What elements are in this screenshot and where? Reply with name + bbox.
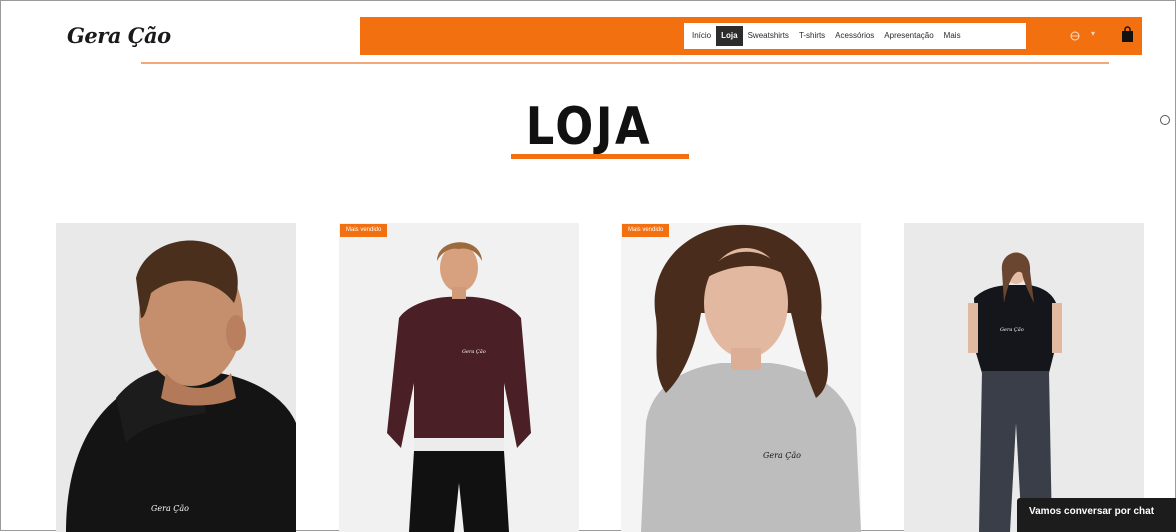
page-title: LOJA <box>525 97 653 157</box>
main-navigation: Início Loja Sweatshirts T-shirts Acessór… <box>684 23 1026 49</box>
side-settings-icon[interactable] <box>1160 115 1170 125</box>
product-card-4[interactable]: Gera Ção <box>904 223 1144 532</box>
svg-text:Gera Ção: Gera Ção <box>763 451 801 460</box>
product-card-1[interactable]: Gera Ção <box>56 223 296 532</box>
product-image-grey-tshirt[interactable]: Gera Ção <box>621 223 861 532</box>
product-image-black-tshirt[interactable]: Gera Ção <box>904 223 1144 532</box>
nav-item-tshirts[interactable]: T-shirts <box>794 26 830 46</box>
header-divider <box>141 62 1109 64</box>
nav-item-loja[interactable]: Loja <box>716 26 743 46</box>
shopping-bag-icon[interactable] <box>1121 26 1134 43</box>
nav-item-apresentacao[interactable]: Apresentação <box>879 26 938 46</box>
header-bar: Início Loja Sweatshirts T-shirts Acessór… <box>360 17 1142 55</box>
svg-text:Gera Ção: Gera Ção <box>462 348 486 355</box>
svg-text:Gera Ção: Gera Ção <box>1000 326 1024 333</box>
nav-item-inicio[interactable]: Início <box>687 26 716 46</box>
svg-text:Gera Ção: Gera Ção <box>151 504 189 513</box>
nav-item-sweatshirts[interactable]: Sweatshirts <box>743 26 794 46</box>
page-frame: Gera Ção Início Loja Sweatshirts T-shirt… <box>0 0 1176 532</box>
nav-item-acessorios[interactable]: Acessórios <box>830 26 879 46</box>
badge-best-seller: Mais vendido <box>622 224 670 237</box>
product-card-3[interactable]: Gera Ção <box>621 223 861 532</box>
nav-item-mais[interactable]: Mais <box>939 26 966 46</box>
product-image-burgundy-sweatshirt[interactable]: Gera Ção <box>339 223 579 532</box>
product-image-black-hoodie[interactable]: Gera Ção <box>56 223 296 532</box>
chat-button[interactable]: Vamos conversar por chat <box>1017 498 1176 532</box>
product-card-2[interactable]: Gera Ção <box>339 223 579 532</box>
badge-best-seller: Mais vendido <box>340 224 388 237</box>
brand-logo[interactable]: Gera Ção <box>67 23 171 48</box>
globe-icon[interactable] <box>1070 31 1080 41</box>
chevron-down-icon[interactable]: ▾ <box>1091 29 1095 38</box>
title-underline <box>511 154 689 159</box>
